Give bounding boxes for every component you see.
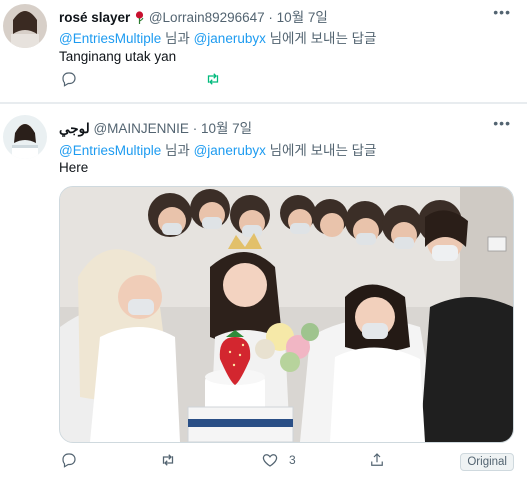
retweet-button[interactable] (159, 451, 177, 469)
timestamp[interactable]: 10월 7일 (201, 121, 252, 136)
reply-context: @EntriesMultiple 님과 @janerubyx 님에게 보내는 답… (59, 139, 376, 159)
share-button[interactable] (368, 451, 386, 469)
more-options-icon[interactable]: ••• (493, 115, 511, 131)
handle[interactable]: @Lorrain89296647 (149, 10, 265, 25)
like-button[interactable]: 3 (261, 451, 296, 469)
reply-mention-a[interactable]: @EntriesMultiple (59, 143, 161, 158)
tweet-header: ﻟﻮﺟﻲ @MAINJENNIE · 10월 7일 (59, 117, 252, 137)
handle[interactable]: @MAINJENNIE (93, 121, 188, 136)
reply-suffix-text: 님에게 보내는 답글 (265, 31, 377, 46)
original-button[interactable]: Original (460, 453, 514, 471)
timestamp[interactable]: 10월 7일 (277, 10, 328, 25)
separator-dot: · (268, 10, 273, 25)
reply-context: @EntriesMultiple 님과 @janerubyx 님에게 보내는 답… (59, 27, 376, 47)
like-count: 3 (289, 453, 296, 467)
reply-and-text: 님과 (161, 31, 194, 46)
reply-button[interactable] (60, 451, 78, 469)
separator-dot: · (192, 121, 198, 136)
reply-and-text: 님과 (161, 143, 194, 158)
reply-mention-a[interactable]: @EntriesMultiple (59, 31, 161, 46)
reply-mention-b[interactable]: @janerubyx (194, 143, 266, 158)
display-name[interactable]: ﻟﻮﺟﻲ (59, 121, 90, 136)
rose-icon (134, 10, 149, 25)
reply-icon (62, 72, 76, 87)
tweet-text: Here (59, 160, 89, 175)
reply-suffix-text: 님에게 보내는 답글 (265, 143, 377, 158)
share-icon (371, 453, 383, 466)
more-options-icon[interactable]: ••• (493, 4, 511, 20)
tweet-header: rosé slayer @Lorrain89296647 · 10월 7일 (59, 6, 328, 26)
retweet-button[interactable] (204, 70, 222, 88)
tweet-1[interactable]: rosé slayer @Lorrain89296647 · 10월 7일 ••… (0, 0, 527, 102)
avatar[interactable] (3, 4, 47, 48)
reply-icon (62, 453, 76, 468)
heart-icon (262, 454, 278, 467)
reply-mention-b[interactable]: @janerubyx (194, 31, 266, 46)
retweet-icon (162, 454, 174, 466)
tweet-photo[interactable] (59, 186, 514, 443)
display-name[interactable]: rosé slayer (59, 10, 130, 25)
retweet-icon (207, 73, 219, 85)
action-bar: 3 Original (59, 451, 514, 475)
avatar[interactable] (3, 115, 47, 159)
reply-button[interactable] (60, 70, 78, 88)
tweet-2[interactable]: ﻟﻮﺟﻲ @MAINJENNIE · 10월 7일 ••• @EntriesMu… (0, 104, 527, 477)
tweet-text: Tanginang utak yan (59, 49, 177, 64)
action-bar (59, 70, 514, 94)
